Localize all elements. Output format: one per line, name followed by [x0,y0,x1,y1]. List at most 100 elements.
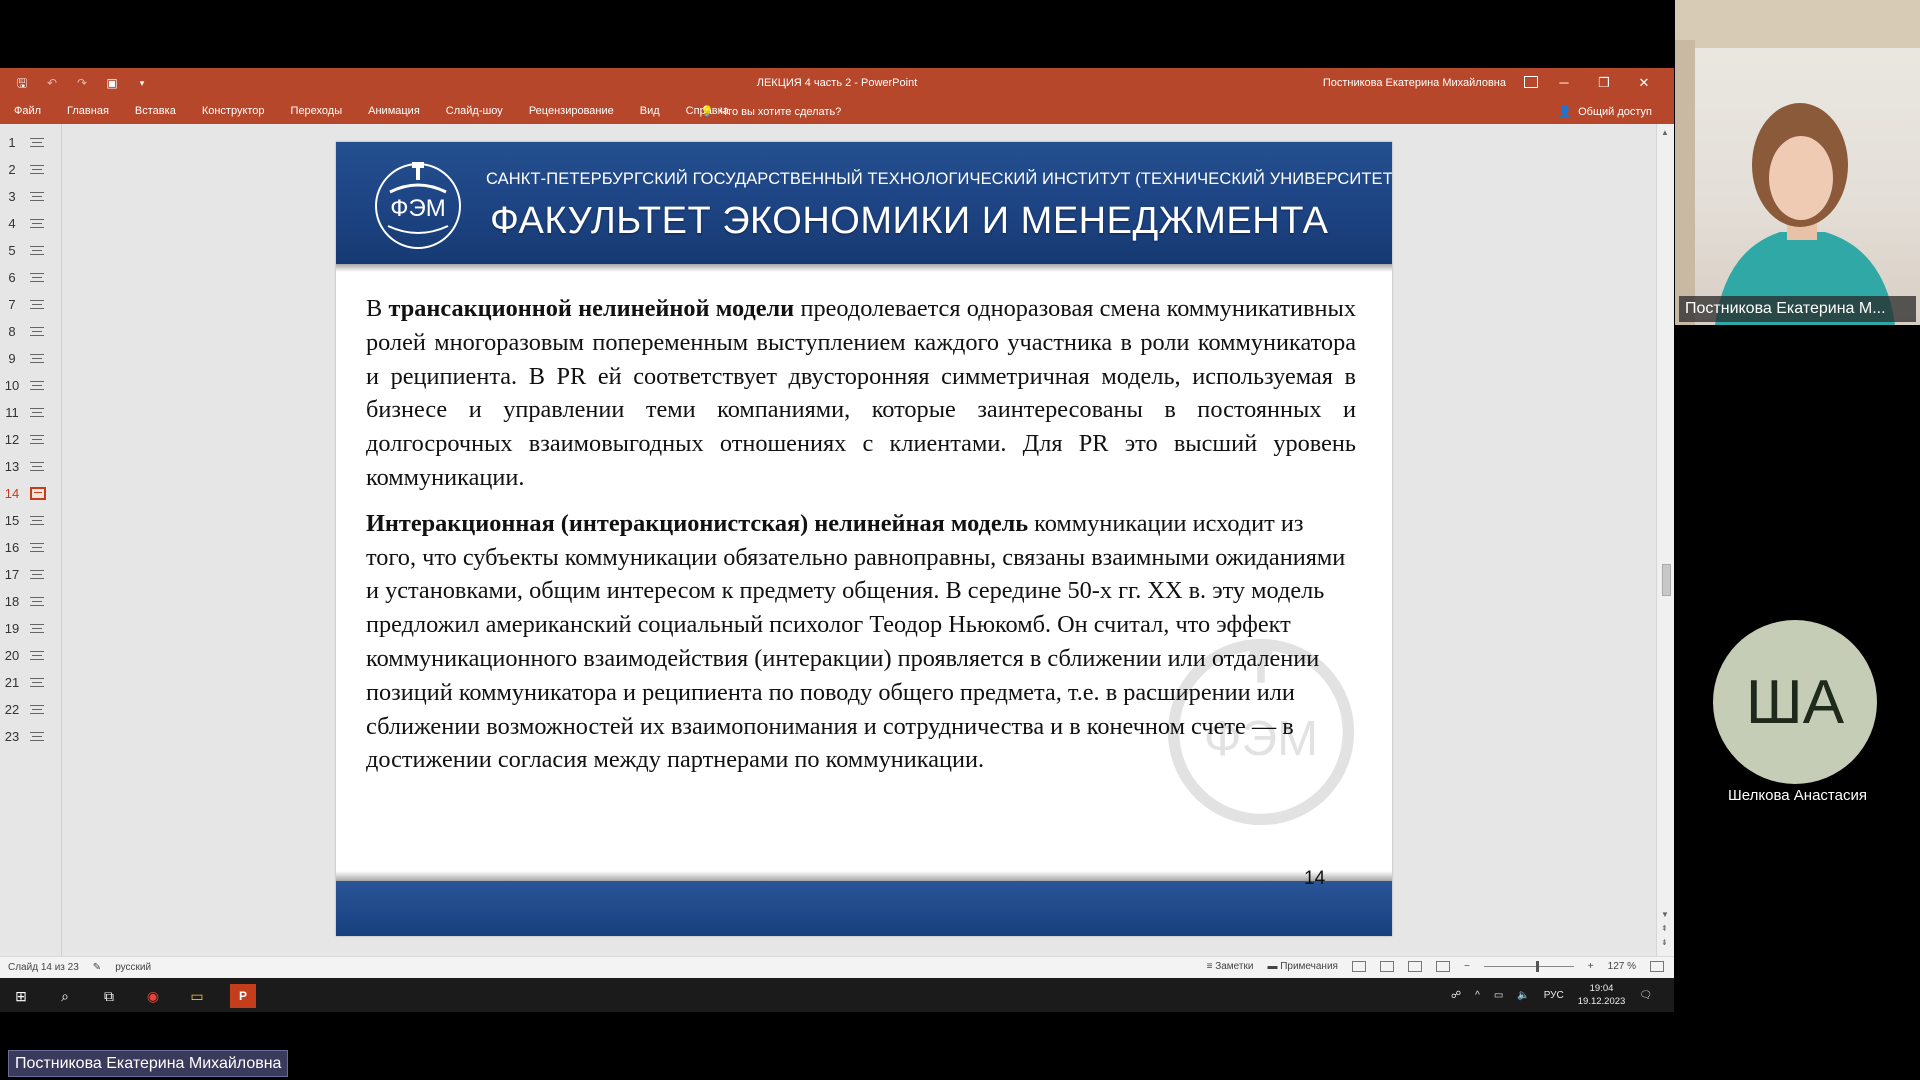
slide-number: 14 [1304,868,1326,889]
zoom-level[interactable]: 127 % [1608,961,1636,972]
previous-slide-icon[interactable]: ⇞ [1661,924,1668,933]
slide-thumbnail[interactable]: 22 [0,696,62,723]
slide-thumbnail[interactable]: 6 [0,264,62,291]
network-icon[interactable]: ▭ [1494,990,1503,1001]
file-explorer-icon[interactable]: ▭ [186,985,208,1007]
slideshow-view-icon[interactable] [1435,961,1450,972]
zoom-slider[interactable] [1483,961,1574,972]
share-label: Общий доступ [1578,105,1652,118]
system-clock[interactable]: 19:04 19.12.2023 [1578,982,1626,1008]
people-icon[interactable]: ☍ [1451,990,1461,1001]
notes-button[interactable]: ≡ Заметки [1207,961,1254,972]
tab-review[interactable]: Рецензирование [529,105,614,117]
zoom-in-icon[interactable]: + [1588,961,1594,972]
presenter-video-tile[interactable]: Постникова Екатерина М... [1675,0,1920,325]
minimize-icon[interactable]: ─ [1544,73,1584,93]
next-slide-icon[interactable]: ⇟ [1661,938,1668,947]
slide-layout-icon [30,408,44,417]
slide-thumbnail[interactable]: 18 [0,588,62,615]
slide-thumbnail[interactable]: 13 [0,453,62,480]
tab-animations[interactable]: Анимация [368,105,420,117]
tab-transitions[interactable]: Переходы [291,105,343,117]
slide-text-body[interactable]: В трансакционной нелинейной модели преод… [366,292,1356,789]
tell-me-label: Что вы хотите сделать? [719,105,842,118]
slide-thumbnail[interactable]: 14 [0,480,62,507]
account-name[interactable]: Постникова Екатерина Михайловна [1323,77,1506,89]
institute-name: САНКТ-ПЕТЕРБУРГСКИЙ ГОСУДАРСТВЕННЫЙ ТЕХН… [486,170,1392,188]
input-language[interactable]: РУС [1544,990,1564,1001]
slide-thumbnail[interactable]: 10 [0,372,62,399]
slide-thumbnail[interactable]: 1 [0,129,62,156]
volume-icon[interactable]: 🔈 [1517,990,1529,1001]
lightbulb-icon: 💡 [700,106,714,118]
slide-thumbnail-number: 2 [8,162,16,177]
chrome-icon[interactable]: ◉ [142,985,164,1007]
slide-thumbnail[interactable]: 12 [0,426,62,453]
slide-thumbnail[interactable]: 2 [0,156,62,183]
slide-thumbnail[interactable]: 15 [0,507,62,534]
slide-layout-icon [30,273,44,282]
fit-slide-icon[interactable] [1650,961,1664,972]
term-interactional: Интеракционная (интеракционистская) нели… [366,509,1029,537]
term-transactional: трансакционной нелинейной модели [388,295,795,322]
slide-thumbnail-number: 18 [4,594,20,609]
tab-design[interactable]: Конструктор [202,105,265,117]
participant-tile[interactable]: ША Шелкова Анастасия [1675,325,1920,1080]
slide-layout-icon [30,435,44,444]
task-view-icon[interactable]: ⧉ [98,985,120,1007]
tab-slideshow[interactable]: Слайд-шоу [446,105,503,117]
scroll-down-icon[interactable]: ▼ [1661,910,1669,919]
slide-canvas[interactable]: ФЭМ САНКТ-ПЕТЕРБУРГСКИЙ ГОСУДАРСТВЕННЫЙ … [336,142,1392,936]
slide-thumbnail[interactable]: 4 [0,210,62,237]
scroll-up-icon[interactable]: ▲ [1661,128,1669,137]
search-icon[interactable]: ⌕ [54,985,76,1007]
tab-home[interactable]: Главная [67,105,109,117]
slide-thumbnail[interactable]: 9 [0,345,62,372]
slide-thumbnail[interactable]: 5 [0,237,62,264]
meeting-window: 🖫 ↶ ↷ ▣ ▾ ЛЕКЦИЯ 4 часть 2 - PowerPoint … [0,0,1920,1080]
slide-layout-icon [30,300,44,309]
slide-thumbnail[interactable]: 19 [0,615,62,642]
normal-view-icon[interactable] [1351,961,1366,972]
slide-thumbnail[interactable]: 17 [0,561,62,588]
slide-layout-icon [30,327,44,336]
vertical-scrollbar[interactable]: ▲ ▼ ⇞ ⇟ [1656,124,1674,956]
powerpoint-taskbar-icon[interactable]: P [230,984,256,1008]
slide-thumbnail-number: 1 [8,135,16,150]
ribbon-display-options-icon[interactable] [1524,76,1538,88]
slide-thumbnail[interactable]: 16 [0,534,62,561]
comments-button[interactable]: ▬ Примечания [1267,961,1338,972]
windows-start-icon[interactable]: ⊞ [10,985,32,1007]
scroll-thumb[interactable] [1662,564,1671,596]
notifications-icon[interactable]: 🗨 [1639,990,1652,1001]
tell-me-search[interactable]: 💡 Что вы хотите сделать? [700,105,842,119]
slide-layout-icon [30,354,44,363]
tab-insert[interactable]: Вставка [135,105,176,117]
slide-thumbnail-number: 13 [4,459,20,474]
slide-sorter-icon[interactable] [1379,961,1394,972]
slide-thumbnail[interactable]: 21 [0,669,62,696]
slide-thumbnail[interactable]: 7 [0,291,62,318]
restore-icon[interactable]: ❐ [1584,73,1624,93]
spellcheck-icon[interactable]: ✎ [93,962,101,973]
tab-view[interactable]: Вид [640,105,660,117]
tray-expand-icon[interactable]: ^ [1475,990,1480,1001]
slide-thumbnail-pane: 1 2 3 4 5 6 7 8 9 10 11 12 13 14 15 16 17 18 19 20 21 22 23 [0,124,62,956]
slide-thumbnail[interactable]: 8 [0,318,62,345]
language-indicator[interactable]: русский [115,962,151,973]
slide-thumbnail[interactable]: 23 [0,723,62,750]
slide-thumbnail[interactable]: 20 [0,642,62,669]
zoom-out-icon[interactable]: − [1464,961,1470,972]
share-button[interactable]: 👤 Общий доступ [1558,105,1652,119]
slide-layout-icon [30,246,44,255]
slide-counter: Слайд 14 из 23 [8,962,79,973]
tab-file[interactable]: Файл [14,105,41,117]
slide-layout-icon [30,138,44,147]
slide-thumbnail-number: 11 [5,405,19,420]
slide-layout-icon [30,570,44,579]
reading-view-icon[interactable] [1407,961,1422,972]
close-icon[interactable]: ✕ [1624,73,1664,93]
slide-thumbnail[interactable]: 3 [0,183,62,210]
ppt-title-bar: 🖫 ↶ ↷ ▣ ▾ ЛЕКЦИЯ 4 часть 2 - PowerPoint … [0,68,1674,98]
slide-thumbnail[interactable]: 11 [0,399,62,426]
